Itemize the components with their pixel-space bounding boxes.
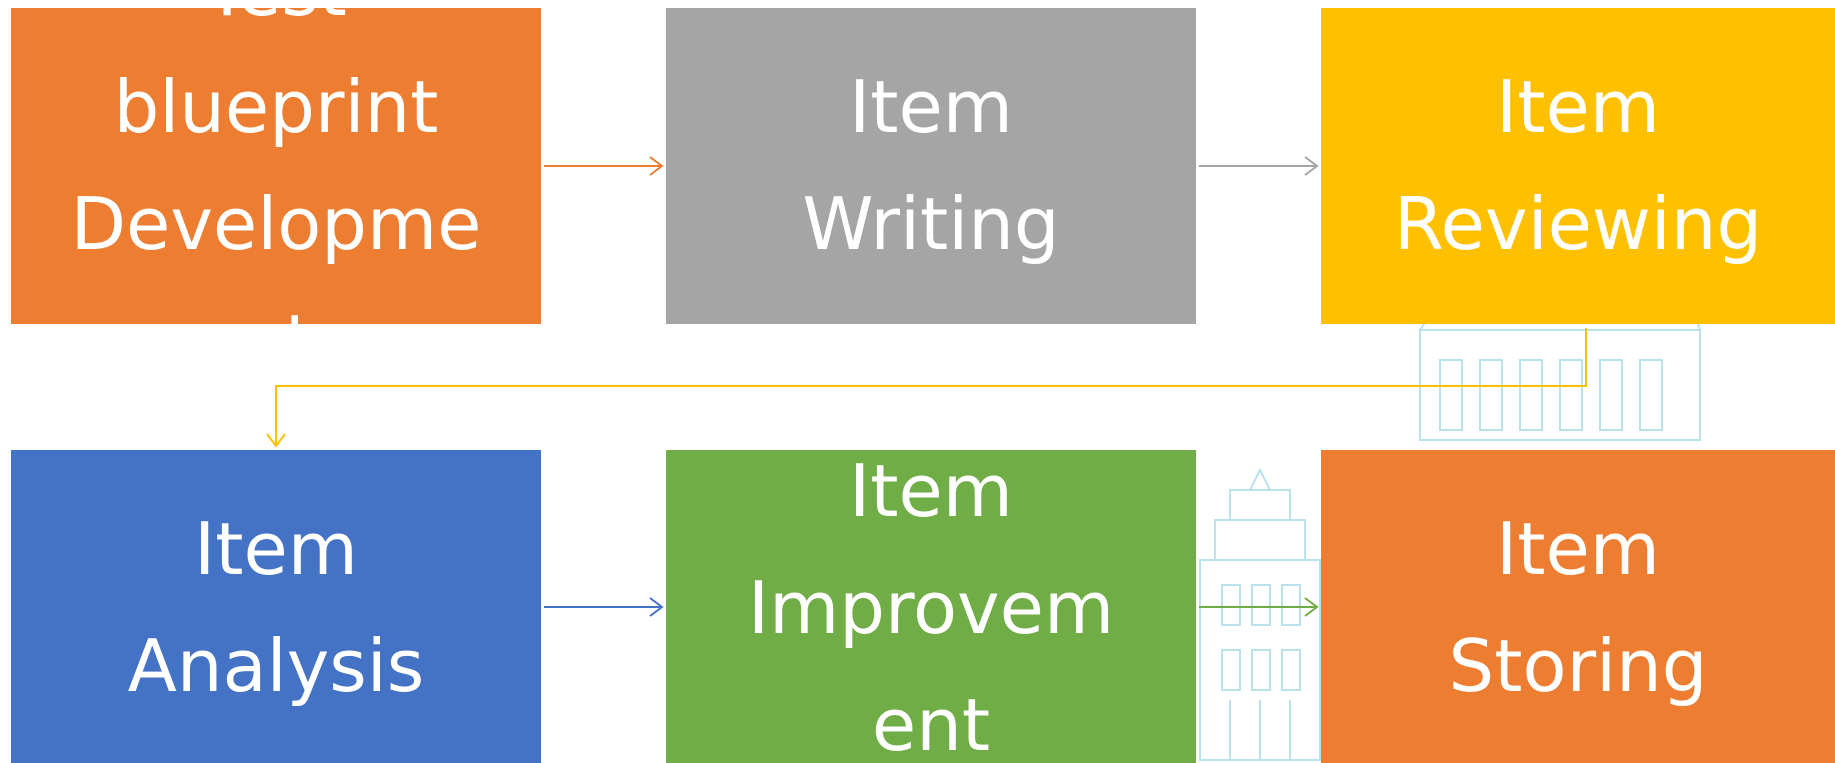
process-flow-diagram: Test blueprint Developme nt Item Writing… — [0, 0, 1835, 763]
arrow-1-to-2 — [544, 156, 664, 176]
step-item-improvement: Item Improvem ent — [666, 450, 1196, 763]
arrow-5-to-6 — [1199, 597, 1319, 617]
step-test-blueprint-development: Test blueprint Developme nt — [11, 8, 541, 324]
arrow-2-to-3 — [1199, 156, 1319, 176]
arrow-3-to-4 — [266, 328, 1587, 448]
step-label: Item Storing — [1448, 507, 1708, 708]
step-label: Item Improvem ent — [747, 450, 1115, 763]
step-item-writing: Item Writing — [666, 8, 1196, 324]
step-label: Item Analysis — [127, 507, 425, 708]
step-item-reviewing: Item Reviewing — [1321, 8, 1835, 324]
step-label: Item Writing — [802, 65, 1060, 266]
step-label: Test blueprint Developme nt — [70, 8, 482, 324]
step-item-storing: Item Storing — [1321, 450, 1835, 763]
step-item-analysis: Item Analysis — [11, 450, 541, 763]
arrow-4-to-5 — [544, 597, 664, 617]
step-label: Item Reviewing — [1393, 65, 1763, 266]
